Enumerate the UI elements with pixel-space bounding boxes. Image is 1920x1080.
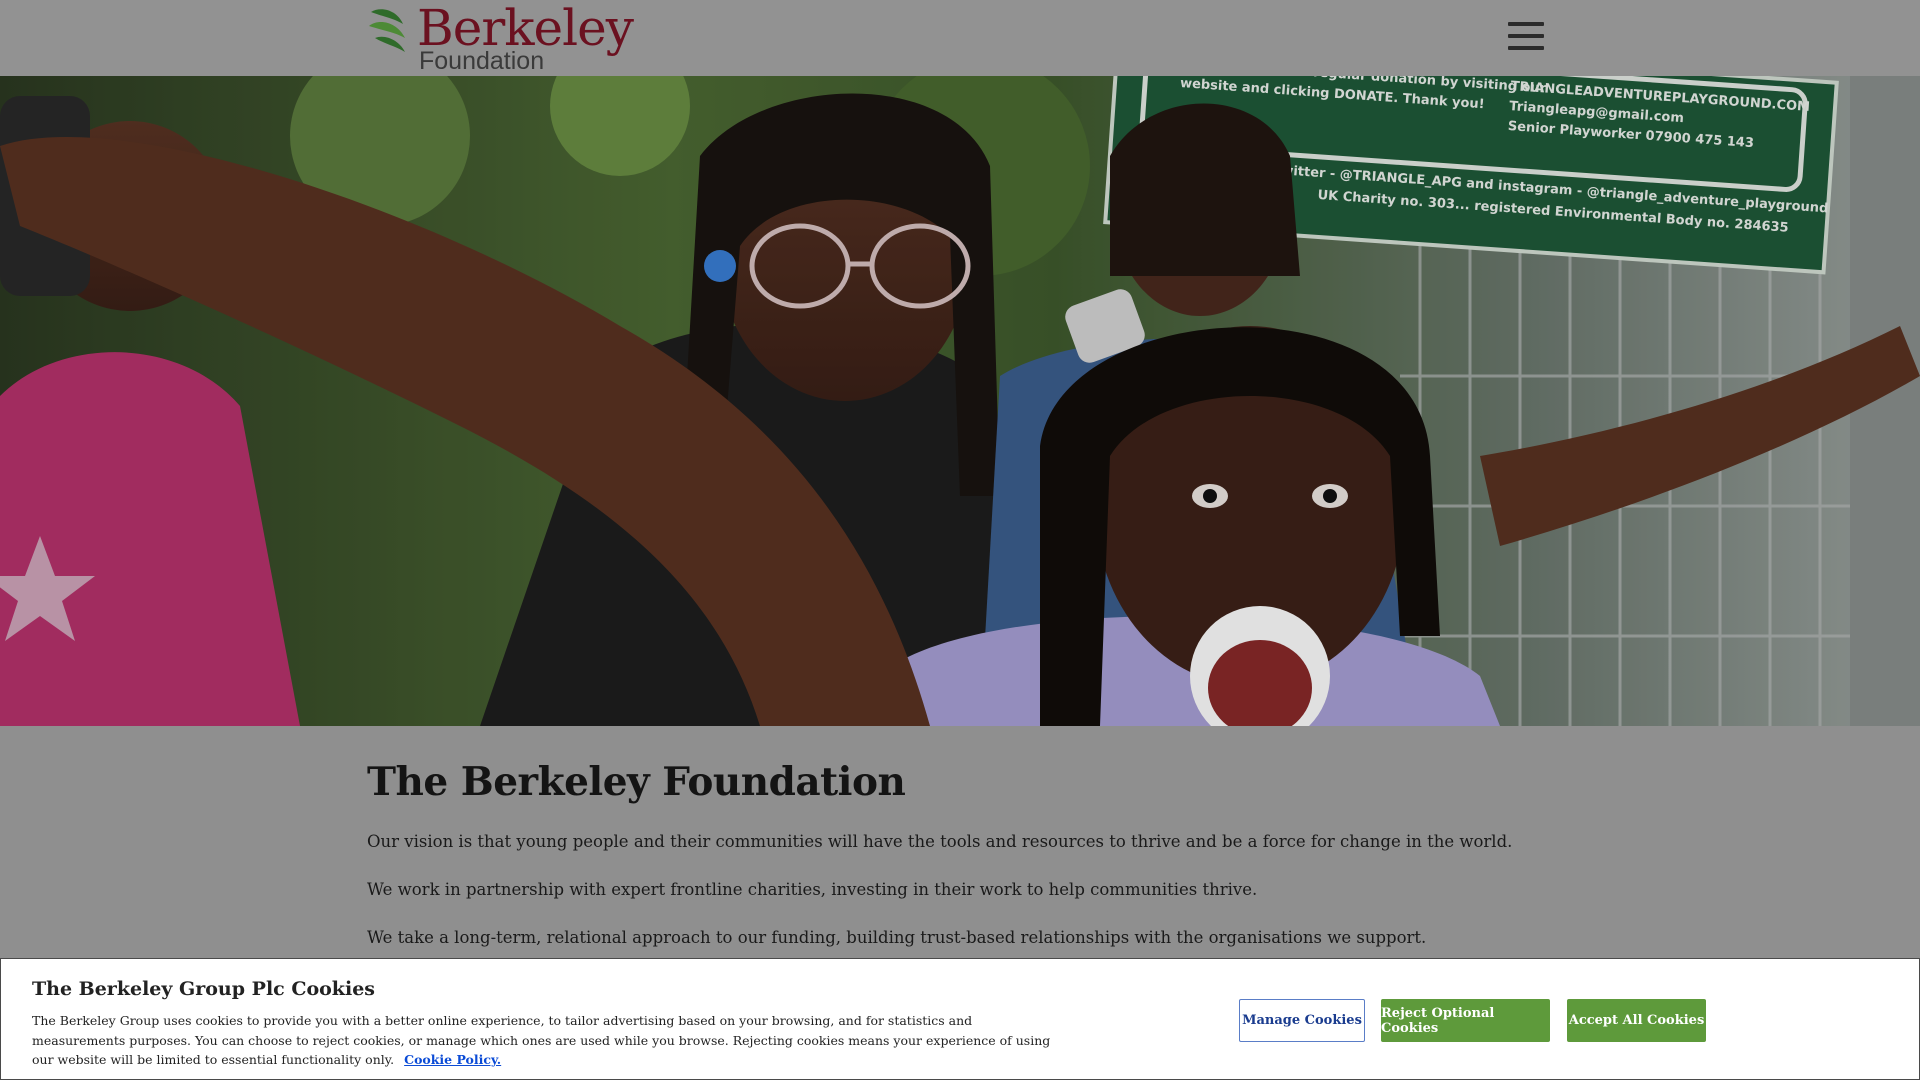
reject-optional-cookies-button[interactable]: Reject Optional Cookies (1381, 999, 1550, 1042)
intro-paragraph: Our vision is that young people and thei… (367, 832, 1513, 851)
intro-paragraph: We take a long-term, relational approach… (367, 928, 1427, 947)
site-header: Berkeley Foundation (0, 0, 1920, 76)
leaf-logo-icon (369, 9, 405, 52)
berkeley-foundation-logo[interactable]: Berkeley Foundation (367, 2, 634, 75)
cookie-description: The Berkeley Group uses cookies to provi… (32, 1013, 1051, 1067)
hamburger-menu-icon[interactable] (1508, 22, 1544, 56)
cookie-banner-title: The Berkeley Group Plc Cookies (32, 978, 375, 1000)
cookie-banner: The Berkeley Group Plc Cookies The Berke… (0, 958, 1920, 1080)
cookie-policy-link[interactable]: Cookie Policy. (404, 1052, 501, 1067)
cookie-banner-text: The Berkeley Group uses cookies to provi… (32, 1011, 1062, 1070)
page-title: The Berkeley Foundation (367, 759, 906, 805)
hero-photo: Make a one off or regular donation by vi… (0, 76, 1920, 726)
logo-subtitle: Foundation (419, 47, 545, 75)
main-content: The Berkeley Foundation Our vision is th… (367, 726, 1567, 947)
accept-all-cookies-button[interactable]: Accept All Cookies (1567, 999, 1706, 1042)
manage-cookies-button[interactable]: Manage Cookies (1239, 999, 1365, 1042)
intro-paragraph: We work in partnership with expert front… (367, 880, 1258, 899)
